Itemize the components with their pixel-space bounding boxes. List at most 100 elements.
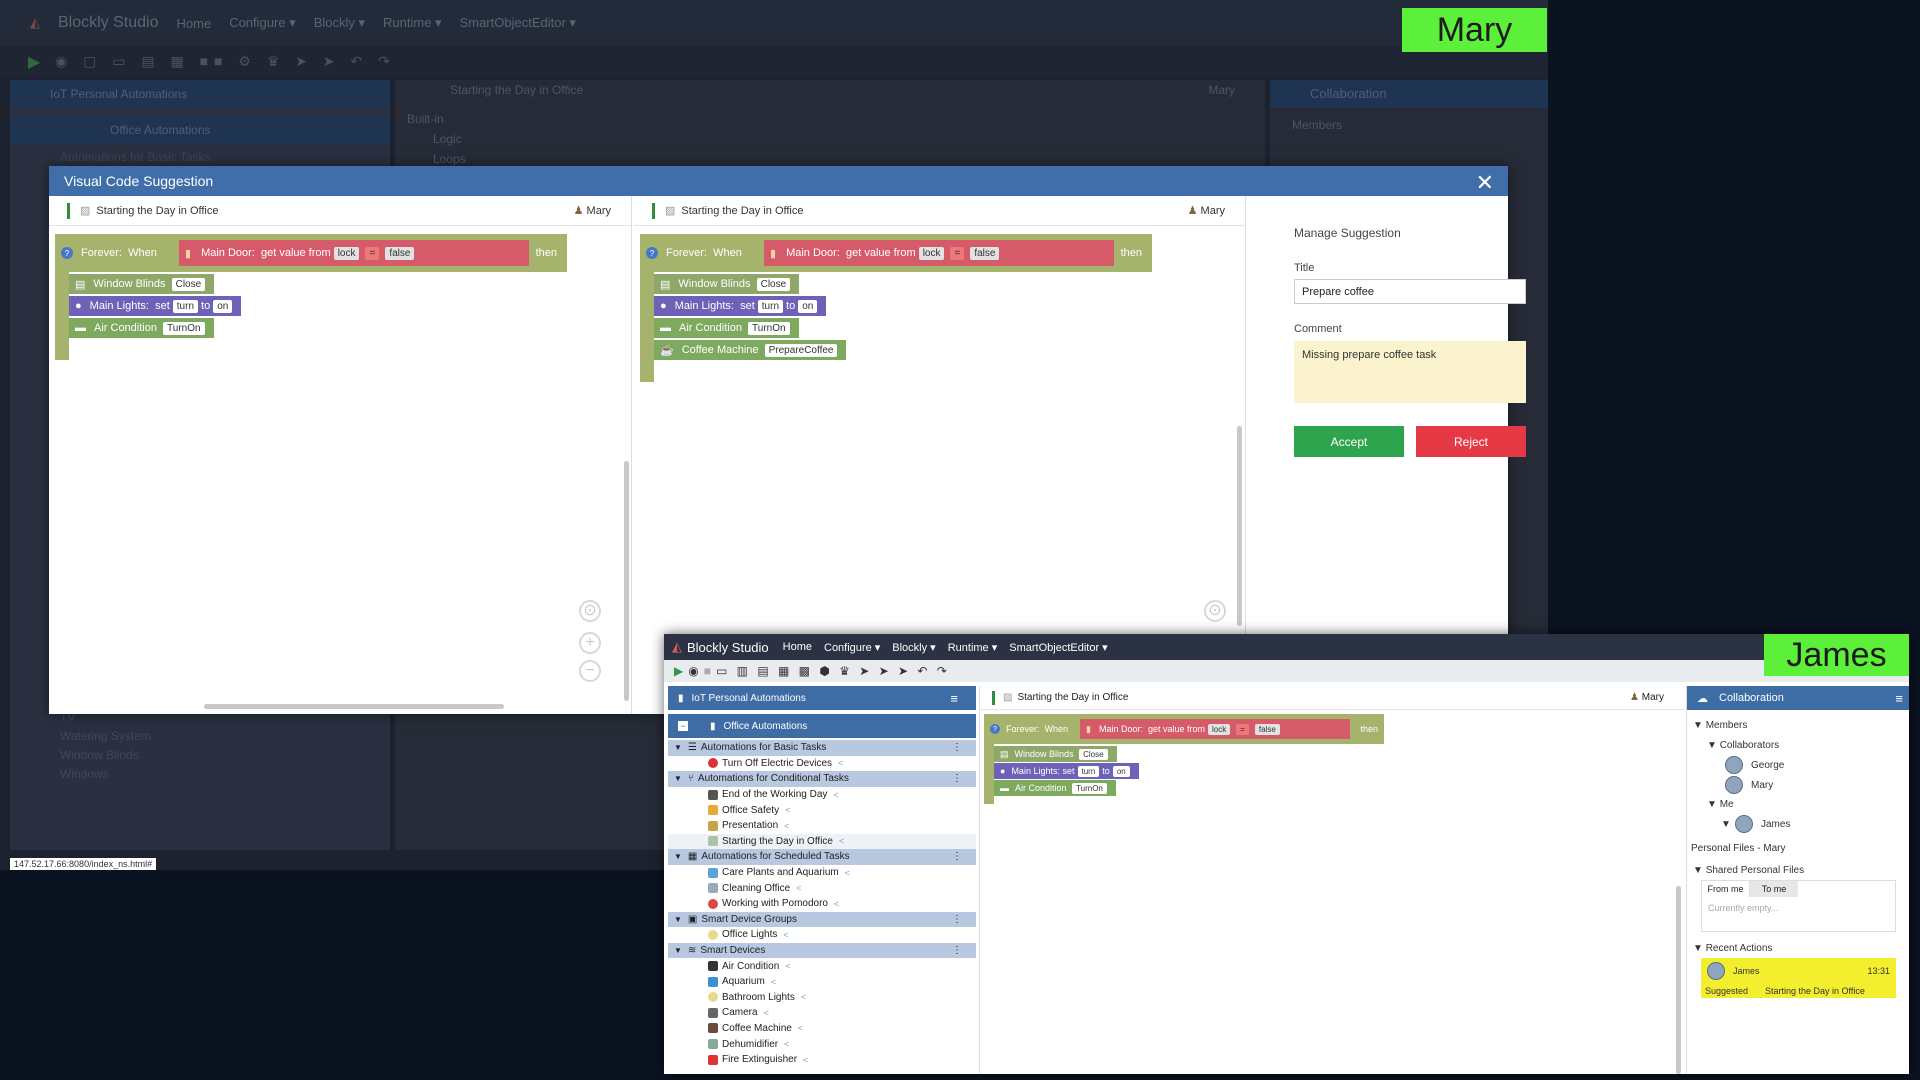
menu-blockly[interactable]: Blockly ▾ [892, 641, 935, 654]
mary-item-blinds[interactable]: Window Blinds [60, 746, 151, 765]
list-item[interactable]: Office Lights < [668, 927, 976, 943]
recenter-icon[interactable]: ⊙ [579, 600, 601, 622]
reject-button[interactable]: Reject [1416, 426, 1526, 457]
list-item[interactable]: Dehumidifier < [668, 1036, 976, 1052]
main-lights-block[interactable]: ● Main Lights: set turn to on [654, 296, 827, 316]
share-icon[interactable]: < [784, 1039, 789, 1049]
share-icon[interactable]: < [783, 930, 788, 940]
list-item[interactable]: Camera < [668, 1005, 976, 1021]
group-scheduled-tasks[interactable]: ▼ ▦ Automations for Scheduled Tasks ⋮ [668, 849, 976, 865]
recent-action-item[interactable]: James 13:31 Suggested Starting the Day i… [1701, 958, 1896, 998]
stop-icon[interactable]: ■ [704, 664, 711, 678]
window-blinds-block[interactable]: ▤ Window Blinds Close [654, 274, 800, 294]
door-prop-dropdown[interactable]: lock [918, 246, 945, 260]
door-prop-dropdown[interactable]: lock [333, 246, 360, 260]
recent-actions-label[interactable]: ▼ Recent Actions [1693, 943, 1772, 954]
left-vertical-scrollbar[interactable] [624, 461, 629, 701]
menu-runtime[interactable]: Runtime ▾ [948, 641, 998, 654]
more-icon[interactable]: ⋮ [952, 914, 962, 925]
list-item[interactable]: Coffee Machine < [668, 1021, 976, 1037]
accept-button[interactable]: Accept [1294, 426, 1404, 457]
list-item[interactable]: Presentation < [668, 818, 976, 834]
me-label[interactable]: ▼ Me [1707, 799, 1734, 810]
zoom-in-icon[interactable]: + [579, 632, 601, 654]
toolbox-builtin[interactable]: Built-in [407, 112, 444, 126]
share-icon[interactable]: < [785, 961, 790, 971]
collaborator-george[interactable]: George [1751, 760, 1784, 771]
recenter-icon[interactable]: ⊙ [1204, 600, 1226, 622]
tab-to-me[interactable]: To me [1750, 881, 1798, 897]
share-icon[interactable]: < [796, 883, 801, 893]
play-icon[interactable]: ▶ [674, 664, 683, 678]
air-condition-block[interactable]: ▬ Air Condition TurnOn [994, 780, 1116, 796]
shared-files-label[interactable]: ▼ Shared Personal Files [1693, 865, 1804, 876]
left-horizontal-scrollbar[interactable] [204, 704, 504, 709]
collaborators-label[interactable]: ▼ Collaborators [1707, 740, 1779, 751]
main-door-block[interactable]: ▮ Main Door: get value from lock = false [1080, 719, 1350, 739]
zoom-out-icon[interactable]: − [579, 660, 601, 682]
share-icon[interactable]: < [784, 821, 789, 831]
list-item[interactable]: Working with Pomodoro < [668, 896, 976, 912]
share-icon[interactable]: < [834, 899, 839, 909]
hamburger-icon[interactable]: ≡ [1895, 691, 1903, 706]
group-basic-tasks[interactable]: ▼ ☰ Automations for Basic Tasks ⋮ [668, 740, 976, 756]
list-item[interactable]: Turn Off Electric Devices < [668, 756, 976, 772]
debug-icon[interactable]: ◉ [688, 664, 698, 678]
close-icon[interactable]: ✕ [1476, 170, 1494, 196]
main-door-block[interactable]: ▮ Main Door: get value from lock = false [764, 240, 1114, 266]
menu-configure[interactable]: Configure ▾ [824, 641, 880, 654]
main-door-block[interactable]: ▮ Main Door: get value from lock = false [179, 240, 529, 266]
mary-item-windows[interactable]: Windows [60, 765, 151, 784]
hamburger-icon[interactable]: ≡ [950, 691, 958, 706]
menu-blockly[interactable]: Blockly ▾ [314, 15, 365, 31]
menu-home[interactable]: Home [783, 641, 812, 653]
share-icon[interactable]: < [798, 1023, 803, 1033]
personal-files-label[interactable]: Personal Files - Mary [1691, 843, 1785, 854]
door-value-dropdown[interactable]: false [385, 246, 415, 260]
list-item[interactable]: End of the Working Day < [668, 787, 976, 803]
share-icon[interactable]: < [785, 805, 790, 815]
group-smart-devices[interactable]: ▼ ≋ Smart Devices ⋮ [668, 942, 976, 959]
group-smart-device-groups[interactable]: ▼ ▣ Smart Device Groups ⋮ [668, 911, 976, 928]
operator-dropdown[interactable]: = [365, 246, 380, 260]
main-lights-block[interactable]: ● Main Lights: set turn to on [69, 296, 242, 316]
more-icon[interactable]: ⋮ [952, 773, 962, 784]
right-vertical-scrollbar[interactable] [1237, 426, 1242, 626]
list-item[interactable]: Cleaning Office < [668, 880, 976, 896]
window-blinds-block[interactable]: ▤ Window Blinds Close [69, 274, 215, 294]
list-item[interactable]: Starting the Day in Office < [668, 833, 976, 850]
list-item[interactable]: Office Safety < [668, 802, 976, 818]
comment-textarea[interactable]: Missing prepare coffee task [1294, 341, 1526, 403]
more-icon[interactable]: ⋮ [952, 851, 962, 862]
menu-runtime[interactable]: Runtime ▾ [383, 15, 442, 31]
expand-icon[interactable]: ▼ [1721, 819, 1731, 830]
operator-dropdown[interactable]: = [950, 246, 965, 260]
share-icon[interactable]: < [801, 992, 806, 1002]
more-icon[interactable]: ⋮ [952, 742, 962, 753]
play-icon[interactable]: ▶ [28, 52, 40, 72]
share-icon[interactable]: < [771, 977, 776, 987]
share-icon[interactable]: < [803, 1055, 808, 1065]
tree-sub-header[interactable]: − ▮ Office Automations [668, 714, 976, 738]
air-condition-block[interactable]: ▬ Air Condition TurnOn [654, 318, 799, 338]
menu-smartobjecteditor[interactable]: SmartObjectEditor ▾ [1009, 641, 1107, 654]
share-icon[interactable]: < [839, 836, 844, 846]
members-label[interactable]: ▼ Members [1693, 720, 1747, 731]
share-icon[interactable]: < [764, 1008, 769, 1018]
main-lights-block[interactable]: ● Main Lights: set turn to on [994, 763, 1139, 779]
collapse-icon[interactable]: − [678, 721, 688, 731]
door-value-dropdown[interactable]: false [970, 246, 1000, 260]
list-item[interactable]: Care Plants and Aquarium < [668, 865, 976, 881]
title-input[interactable] [1294, 279, 1526, 304]
window-blinds-block[interactable]: ▤ Window Blinds Close [994, 746, 1117, 762]
list-item[interactable]: Air Condition < [668, 958, 976, 974]
air-condition-block[interactable]: ▬ Air Condition TurnOn [69, 318, 214, 338]
more-icon[interactable]: ⋮ [952, 945, 962, 956]
toolbox-logic[interactable]: Logic [433, 132, 462, 146]
member-james[interactable]: James [1761, 819, 1790, 830]
list-item[interactable]: Bathroom Lights < [668, 990, 976, 1006]
share-icon[interactable]: < [833, 790, 838, 800]
menu-configure[interactable]: Configure ▾ [229, 15, 296, 31]
collaborator-mary[interactable]: Mary [1751, 780, 1773, 791]
menu-home[interactable]: Home [177, 16, 212, 31]
